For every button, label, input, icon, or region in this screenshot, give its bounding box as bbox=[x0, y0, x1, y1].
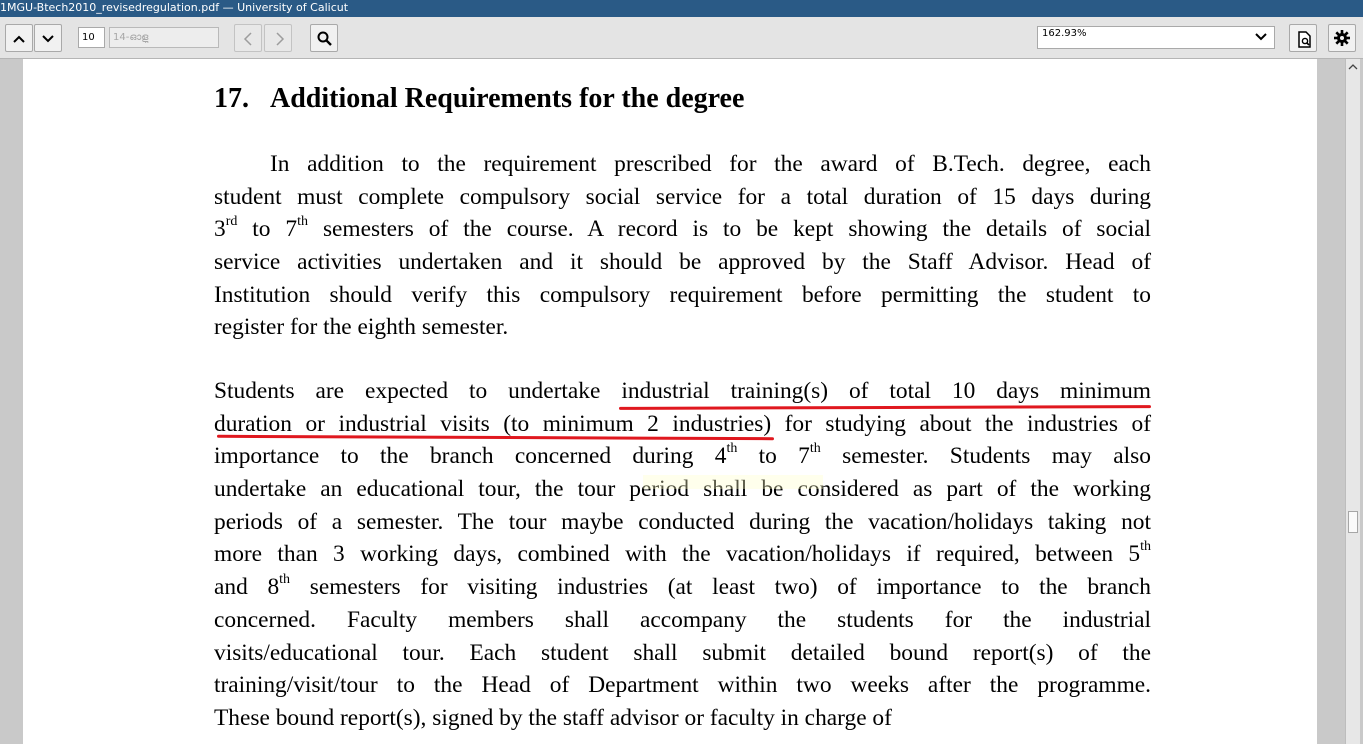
chevron-down-icon bbox=[42, 35, 54, 43]
superscript: th bbox=[279, 572, 291, 588]
settings-button[interactable] bbox=[1328, 24, 1356, 52]
arrow-left-icon bbox=[243, 32, 252, 46]
paragraph-line: and 8th semesters for visiting industrie… bbox=[214, 572, 1151, 601]
paragraph-line: visits/educational tour. Each student sh… bbox=[214, 639, 1151, 666]
vertical-scrollbar[interactable] bbox=[1345, 59, 1360, 744]
back-button[interactable] bbox=[234, 24, 262, 52]
gear-icon bbox=[1334, 30, 1350, 46]
section-number: 17. bbox=[214, 83, 249, 114]
page-number-input[interactable] bbox=[78, 27, 105, 48]
paragraph-social-service: In addition to the requirement prescribe… bbox=[214, 148, 1151, 344]
arrow-right-icon bbox=[276, 32, 285, 46]
window-title: 1MGU-Btech2010_revisedregulation.pdf — U… bbox=[0, 0, 1363, 17]
zoom-select[interactable]: 162.93% bbox=[1037, 26, 1275, 49]
paragraph-line: Students are expected to undertake indus… bbox=[214, 378, 1151, 404]
search-button[interactable] bbox=[310, 24, 338, 52]
scrollbar-thumb[interactable] bbox=[1348, 511, 1358, 533]
paragraph-line: more than 3 working days, combined with … bbox=[214, 539, 1151, 568]
zoom-value: 162.93% bbox=[1042, 28, 1087, 39]
scroll-up-icon bbox=[1348, 64, 1358, 70]
page-label-input[interactable] bbox=[109, 27, 219, 48]
document-properties-button[interactable] bbox=[1289, 24, 1317, 52]
paragraph-line: student must complete compulsory social … bbox=[214, 183, 1151, 210]
paragraph-industrial-training: Students are expected to undertake indus… bbox=[214, 375, 1151, 735]
chevron-up-icon bbox=[13, 35, 25, 43]
paragraph-line: importance to the branch concerned durin… bbox=[214, 441, 1151, 470]
toolbar: 162.93% bbox=[0, 17, 1363, 59]
superscript: th bbox=[1140, 539, 1151, 555]
paragraph-line: concerned. Faculty members shall accompa… bbox=[214, 606, 1151, 633]
superscript: rd bbox=[225, 214, 238, 230]
annotation-highlight bbox=[643, 475, 823, 489]
superscript: th bbox=[297, 214, 309, 230]
chevron-down-icon bbox=[1255, 33, 1267, 41]
section-title: Additional Requirements for the degree bbox=[270, 83, 745, 114]
forward-button[interactable] bbox=[264, 24, 292, 52]
paragraph-line: training/visit/tour to the Head of Depar… bbox=[214, 672, 1151, 699]
next-page-button[interactable] bbox=[34, 24, 62, 52]
superscript: th bbox=[809, 441, 821, 457]
paragraph-line: Institution should verify this compulsor… bbox=[214, 281, 1151, 308]
section-heading: 17. Additional Requirements for the degre… bbox=[214, 83, 744, 115]
search-icon bbox=[317, 31, 332, 46]
previous-page-button[interactable] bbox=[5, 24, 33, 52]
paragraph-line: 3rd to 7th semesters of the course. A re… bbox=[214, 214, 1151, 243]
document-icon bbox=[1298, 31, 1311, 48]
paragraph-line: These bound report(s), signed by the sta… bbox=[214, 704, 892, 731]
paragraph-line: In addition to the requirement prescribe… bbox=[270, 151, 1151, 177]
document-viewport[interactable]: 17. Additional Requirements for the degre… bbox=[0, 59, 1363, 744]
paragraph-line: register for the eighth semester. bbox=[214, 314, 509, 341]
paragraph-line: periods of a semester. The tour maybe co… bbox=[214, 508, 1151, 535]
paragraph-line: service activities undertaken and it sho… bbox=[214, 249, 1151, 276]
pdf-page: 17. Additional Requirements for the degre… bbox=[23, 59, 1317, 744]
superscript: th bbox=[726, 441, 738, 457]
